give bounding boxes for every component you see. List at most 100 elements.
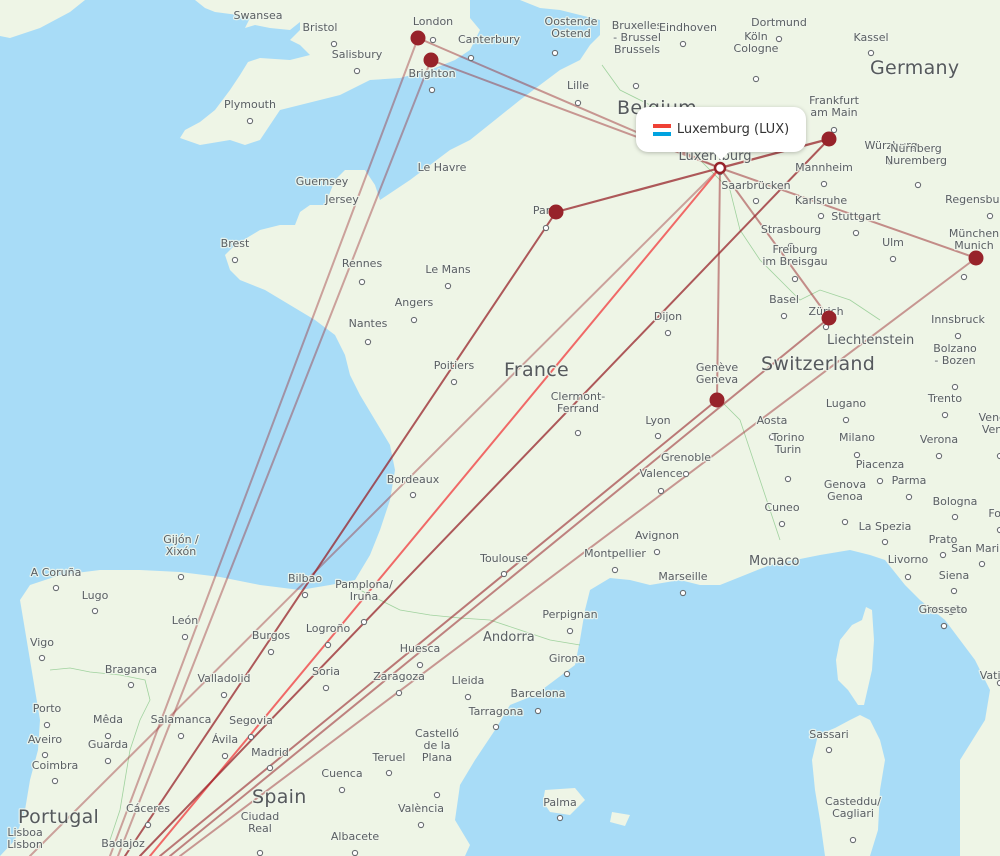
city-dot — [679, 589, 687, 597]
city-label: Badajoz — [101, 837, 145, 850]
city-dot — [611, 566, 619, 574]
country-label: Germany — [870, 57, 959, 79]
city-label: Palma — [543, 796, 576, 809]
city-dot — [941, 411, 949, 419]
city-label: Plymouth — [224, 98, 276, 111]
city-dot — [429, 36, 437, 44]
city-dot — [954, 332, 962, 340]
city-dot — [867, 49, 875, 57]
city-dot — [256, 849, 264, 856]
city-label: Clermont-Ferrand — [551, 390, 606, 415]
city-dot — [825, 746, 833, 754]
city-dot — [876, 477, 884, 485]
city-label: Salisbury — [332, 48, 383, 61]
city-label: Poitiers — [434, 359, 475, 372]
city-label: Lisboa Lisbon — [7, 826, 43, 851]
city-dot — [574, 429, 582, 437]
city-dot — [52, 584, 60, 592]
city-dot — [791, 275, 799, 283]
airport-marker-munich[interactable] — [968, 250, 984, 266]
city-dot — [322, 684, 330, 692]
city-label: Oostende Ostend — [545, 15, 598, 40]
city-label: Parma — [892, 474, 927, 487]
city-label: Lille — [567, 79, 589, 92]
city-dot — [221, 752, 229, 760]
city-label: Porto — [33, 702, 62, 715]
city-dot — [817, 212, 825, 220]
city-label: Coimbra — [32, 759, 78, 772]
city-label: Lugano — [826, 397, 867, 410]
city-label: Basel — [769, 293, 799, 306]
city-label: Valladolid — [197, 672, 250, 685]
luxembourg-flag-icon — [652, 123, 671, 136]
map-canvas: Germany Belgium France Switzerland Spain… — [0, 0, 1000, 856]
city-dot — [889, 255, 897, 263]
airport-marker-london[interactable] — [410, 30, 426, 46]
city-dot — [978, 560, 986, 568]
city-dot — [231, 256, 239, 264]
city-label: Bolzano - Bozen — [933, 342, 977, 367]
city-label: Huesca — [400, 642, 441, 655]
city-dot — [849, 836, 857, 844]
city-dot — [556, 814, 564, 822]
city-label: Toulouse — [479, 552, 528, 565]
city-dot — [177, 573, 185, 581]
city-dot — [416, 661, 424, 669]
city-dot — [784, 475, 792, 483]
airport-marker-frankfurt[interactable] — [821, 131, 837, 147]
city-dot — [632, 82, 640, 90]
city-dot — [820, 180, 828, 188]
city-dot — [653, 548, 661, 556]
city-label: Vigo — [30, 636, 54, 649]
city-dot — [181, 633, 189, 641]
country-label: Switzerland — [761, 353, 875, 375]
city-label: Segovia — [229, 714, 273, 727]
city-label: Trento — [927, 392, 962, 405]
city-label: Bruxelles - Brussel Brussels — [612, 19, 663, 56]
city-label: Logroño — [306, 622, 351, 635]
city-dot — [246, 117, 254, 125]
city-dot — [301, 591, 309, 599]
city-label: Rennes — [342, 257, 383, 270]
city-label: Grenoble — [661, 451, 711, 464]
city-label: A Coruña — [31, 566, 82, 579]
city-label: Sassari — [809, 728, 849, 741]
city-dot — [417, 821, 425, 829]
airport-marker-brighton[interactable] — [423, 52, 439, 68]
city-label: München Munich — [949, 227, 999, 252]
city-label: Girona — [549, 652, 585, 665]
city-dot — [360, 618, 368, 626]
city-dot — [43, 721, 51, 729]
city-label: Casteddu/Cagliari — [825, 795, 881, 820]
city-dot — [220, 691, 228, 699]
city-label: Dijon — [654, 310, 682, 323]
city-label: Gijón / Xixón — [163, 533, 199, 558]
city-label: Milano — [839, 431, 875, 444]
city-dot — [38, 654, 46, 662]
city-dot — [127, 681, 135, 689]
city-dot — [144, 821, 152, 829]
city-dot — [752, 75, 760, 83]
airport-marker-geneva[interactable] — [709, 392, 725, 408]
city-label: Mannheim — [795, 161, 853, 174]
city-label: Genève Geneva — [696, 361, 739, 386]
city-label: Kassel — [853, 31, 888, 44]
city-label: Saarbrücken — [721, 179, 790, 192]
city-label: Burgos — [252, 629, 291, 642]
city-dot — [409, 491, 417, 499]
city-dot — [464, 693, 472, 701]
city-dot — [358, 278, 366, 286]
country-label: Spain — [252, 786, 307, 808]
route-map[interactable]: Germany Belgium France Switzerland Spain… — [0, 0, 1000, 856]
airport-marker-paris[interactable] — [548, 204, 564, 220]
city-label: Aosta — [757, 414, 788, 427]
city-label: Cáceres — [126, 802, 170, 815]
city-label: Cuneo — [764, 501, 799, 514]
city-label: Innsbruck — [931, 313, 985, 326]
airport-marker-zurich[interactable] — [821, 310, 837, 326]
city-label: Mêda — [93, 713, 123, 726]
origin-marker-luxembourg[interactable] — [713, 161, 727, 175]
city-label: VeneziaVenice — [979, 411, 1000, 436]
city-label: Canterbury — [458, 33, 520, 46]
city-label: La Spezia — [859, 520, 912, 533]
